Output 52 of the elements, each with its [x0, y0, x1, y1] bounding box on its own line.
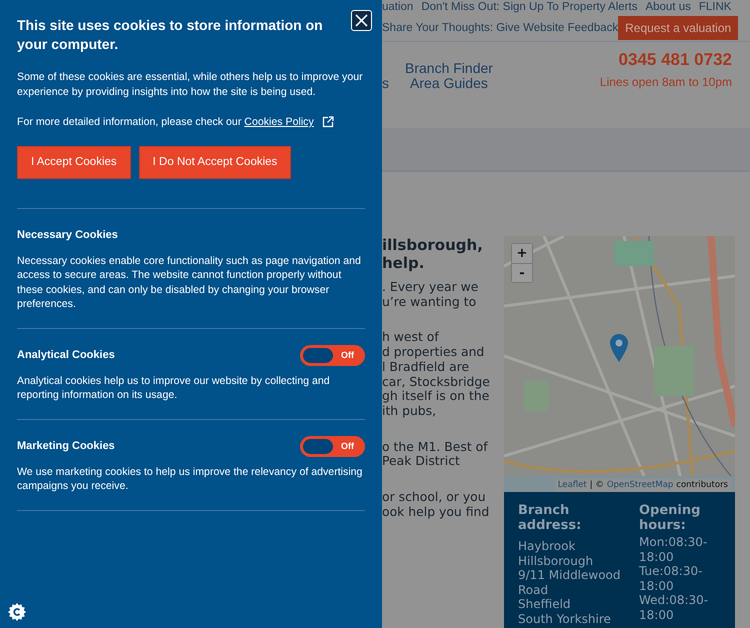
section-description: Analytical cookies help us to improve our website by collecting and reporting information on its usage.: [17, 374, 331, 403]
top-nav-link[interactable]: FLINK: [698, 0, 732, 16]
section-title: Necessary Cookies: [17, 228, 118, 243]
attribution-link[interactable]: Leaflet: [558, 479, 587, 492]
phone-hours-text: Lines open 8am to 10pm: [600, 74, 732, 91]
address-line: Sheffield: [518, 597, 572, 612]
reject-cookies-button[interactable]: I Do Not Accept Cookies: [138, 146, 292, 179]
cookie-title: This site uses cookies to store information on your computer.: [17, 16, 324, 54]
toggle-switch[interactable]: Off: [300, 436, 365, 457]
attribution-text: | ©: [590, 479, 604, 492]
attribution-text: contributors: [676, 479, 728, 492]
heading-text: illsborough,: [382, 236, 484, 254]
paragraph-text: or school, or you ook help you find: [382, 490, 490, 520]
zoom-out-button[interactable]: -: [512, 263, 532, 282]
cookie-intro-text: Some of these cookies are essential, while others help us to improve your experience by providing insights into how the site is being used.: [17, 70, 364, 99]
section-description: Necessary cookies enable core functionality such as page navigation and access to secure areas. The website cannot function properly without these cookies, and can only be disabled by changing your browser preferences.: [17, 254, 362, 312]
paragraph-text: o the M1. Best of Peak District: [382, 440, 489, 470]
section-title: Analytical Cookies: [17, 348, 115, 363]
external-link-icon: [322, 116, 334, 128]
address-line: Hillsborough: [518, 554, 594, 568]
section-title: Marketing Cookies: [17, 439, 115, 454]
address-title: Branch address:: [518, 504, 582, 533]
map-pin-icon: [610, 334, 628, 362]
close-icon: [355, 14, 368, 27]
nav-link[interactable]: Branch Finder: [405, 60, 493, 76]
address-line: Road: [518, 582, 550, 597]
paragraph-text: h west of d properties and l Bradfield are car, Stocksbridge gh itself is on the ith pubs,: [382, 330, 490, 419]
cookie-settings-icon[interactable]: [8, 603, 26, 621]
hours-title: Opening hours:: [639, 504, 702, 533]
address-line: South Yorkshire: [518, 612, 612, 626]
hours-line: Wed:08:30-18:00: [639, 593, 710, 622]
request-valuation-button[interactable]: Request a valuation: [618, 16, 738, 40]
phone-number: 0345 481 0732: [618, 49, 732, 72]
policy-sentence: For more detailed information, please check our Cookies Policy: [17, 115, 314, 130]
top-nav-link[interactable]: Don't Miss Out: Sign Up To Property Alerts: [421, 0, 638, 16]
attribution-link[interactable]: OpenStreetMap: [606, 479, 674, 492]
close-button[interactable]: [351, 10, 372, 31]
cookies-policy-link[interactable]: Cookies Policy: [244, 116, 314, 128]
paragraph-text: . Every year we u’re wanting to: [382, 280, 480, 310]
feedback-link[interactable]: Share Your Thoughts: Give Website Feedback: [382, 20, 618, 37]
nav-link[interactable]: Area Guides: [410, 76, 488, 91]
top-nav-link[interactable]: uation: [382, 0, 414, 16]
section-description: We use marketing cookies to help us improve the relevancy of advertising campaigns you receive.: [17, 464, 364, 494]
hours-line: Tue:08:30-18:00: [639, 564, 704, 593]
nav-link[interactable]: s: [382, 76, 389, 91]
address-line: Haybrook: [518, 539, 576, 554]
heading-text: help.: [382, 254, 426, 272]
toggle-switch[interactable]: Off: [300, 344, 365, 366]
address-line: 9/11 Middlewood: [518, 568, 622, 582]
top-nav-link[interactable]: About us: [645, 0, 691, 16]
accept-cookies-button[interactable]: I Accept Cookies: [17, 146, 131, 179]
hours-line: Mon:08:30-18:00: [639, 535, 708, 564]
